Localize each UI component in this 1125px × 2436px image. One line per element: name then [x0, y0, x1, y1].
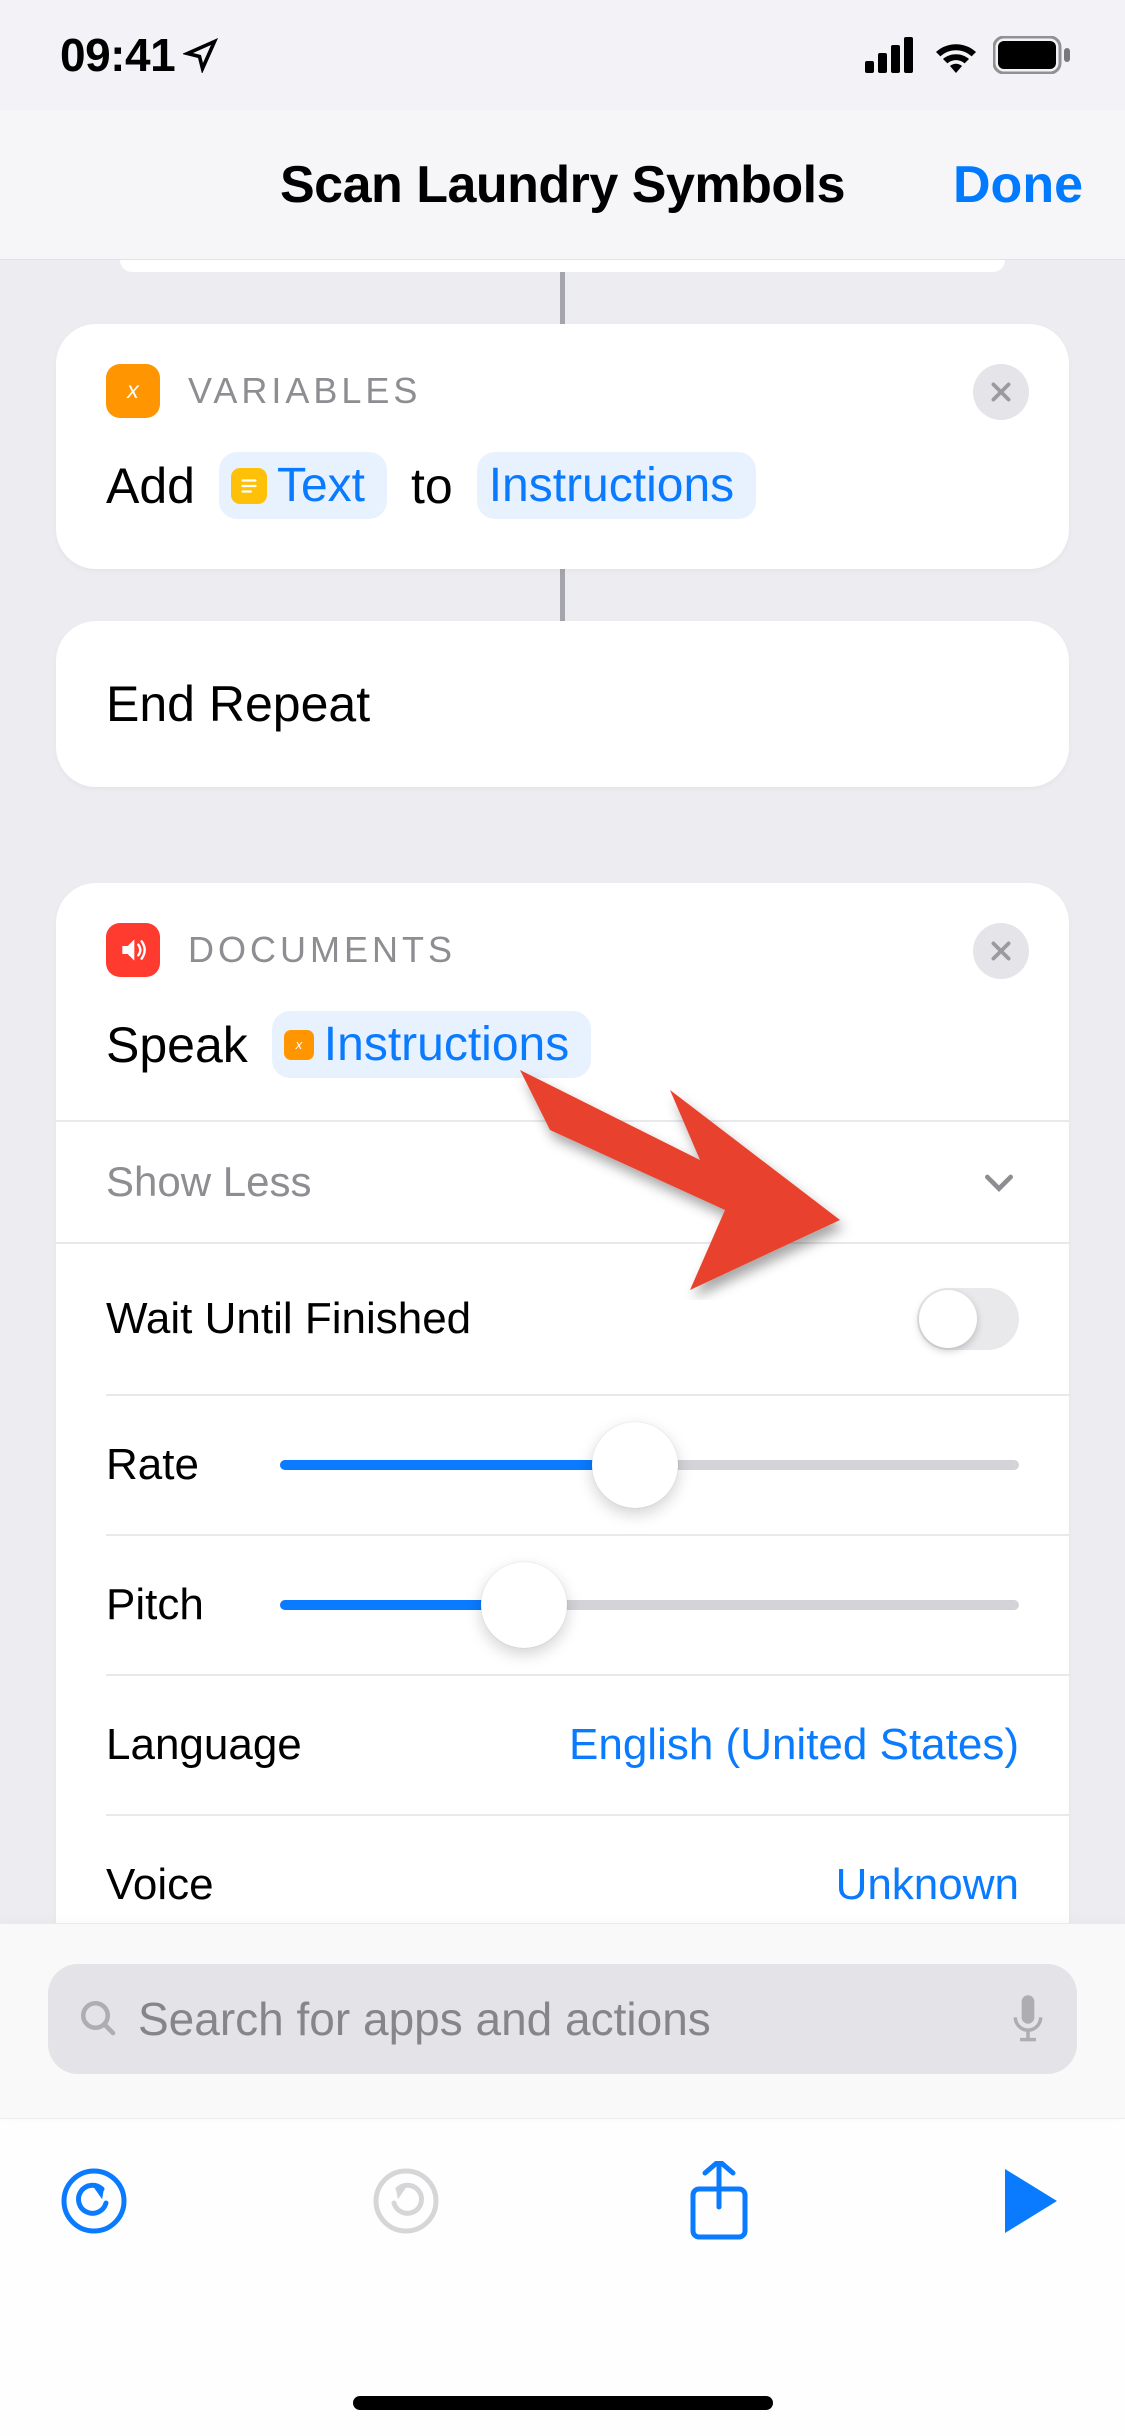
connector	[560, 569, 565, 621]
action-line: Add Text to Instructions	[106, 452, 1019, 519]
speak-word: Speak	[106, 1016, 248, 1074]
pitch-label: Pitch	[106, 1580, 236, 1630]
connector	[560, 272, 565, 324]
variables-icon: x	[106, 364, 160, 418]
card-header: DOCUMENTS	[106, 923, 1019, 977]
instructions-token[interactable]: Instructions	[477, 452, 756, 519]
voice-value: Unknown	[836, 1860, 1019, 1910]
search-placeholder: Search for apps and actions	[138, 1992, 991, 2046]
previous-card-peek	[120, 260, 1005, 272]
speaker-icon	[106, 923, 160, 977]
mic-icon[interactable]	[1009, 1995, 1047, 2043]
text-token-label: Text	[277, 458, 365, 513]
variables-action-card[interactable]: x VARIABLES Add Text to Instructions	[56, 324, 1069, 569]
end-repeat-label: End Repeat	[106, 675, 1019, 733]
search-icon	[78, 1998, 120, 2040]
battery-icon	[993, 36, 1071, 74]
home-indicator[interactable]	[353, 2396, 773, 2410]
delete-action-button[interactable]	[973, 923, 1029, 979]
text-token[interactable]: Text	[219, 452, 387, 519]
slider-thumb	[592, 1422, 678, 1508]
status-right	[865, 36, 1071, 74]
wifi-icon	[931, 37, 981, 73]
svg-text:x: x	[126, 377, 140, 403]
instructions-token-label: Instructions	[324, 1017, 569, 1072]
text-icon	[231, 468, 267, 504]
header: Scan Laundry Symbols Done	[0, 110, 1125, 260]
card-header: x VARIABLES	[106, 364, 1019, 418]
card-category: VARIABLES	[188, 370, 421, 412]
end-repeat-card[interactable]: End Repeat	[56, 621, 1069, 787]
voice-label: Voice	[106, 1860, 214, 1910]
speak-action-card[interactable]: DOCUMENTS Speak x Instructions Show Less…	[56, 883, 1069, 1966]
action-line: Speak x Instructions	[106, 1011, 1019, 1078]
search-input[interactable]: Search for apps and actions	[48, 1964, 1077, 2074]
language-label: Language	[106, 1720, 302, 1770]
share-button[interactable]	[683, 2165, 755, 2237]
play-button[interactable]	[995, 2165, 1067, 2237]
rate-label: Rate	[106, 1440, 236, 1490]
instructions-token-label: Instructions	[489, 458, 734, 513]
slider-thumb	[481, 1562, 567, 1648]
rate-slider[interactable]	[280, 1460, 1019, 1470]
slider-fill	[280, 1460, 635, 1470]
pitch-row: Pitch	[56, 1536, 1069, 1674]
language-value: English (United States)	[569, 1720, 1019, 1770]
location-icon	[183, 37, 219, 73]
rate-row: Rate	[56, 1396, 1069, 1534]
pitch-slider[interactable]	[280, 1600, 1019, 1610]
show-less-button[interactable]: Show Less	[56, 1122, 1069, 1242]
redo-button[interactable]	[370, 2165, 442, 2237]
svg-text:x: x	[294, 1037, 303, 1052]
add-word: Add	[106, 457, 195, 515]
variable-icon: x	[284, 1030, 314, 1060]
page-title: Scan Laundry Symbols	[280, 155, 845, 215]
instructions-variable-token[interactable]: x Instructions	[272, 1011, 591, 1078]
bottom-toolbar	[0, 2118, 1125, 2436]
status-bar: 09:41	[0, 0, 1125, 110]
chevron-down-icon	[979, 1162, 1019, 1202]
search-sheet: Search for apps and actions	[0, 1923, 1125, 2118]
wait-until-finished-row: Wait Until Finished	[56, 1244, 1069, 1394]
delete-action-button[interactable]	[973, 364, 1029, 420]
undo-button[interactable]	[58, 2165, 130, 2237]
wait-until-finished-toggle[interactable]	[917, 1288, 1019, 1350]
cellular-icon	[865, 37, 919, 73]
language-row[interactable]: Language English (United States)	[56, 1676, 1069, 1814]
status-time: 09:41	[60, 28, 219, 82]
toggle-thumb	[919, 1290, 977, 1348]
status-time-text: 09:41	[60, 28, 175, 82]
card-category: DOCUMENTS	[188, 929, 456, 971]
wait-label: Wait Until Finished	[106, 1294, 471, 1344]
to-word: to	[411, 457, 453, 515]
done-button[interactable]: Done	[953, 155, 1083, 215]
show-less-label: Show Less	[106, 1158, 311, 1206]
